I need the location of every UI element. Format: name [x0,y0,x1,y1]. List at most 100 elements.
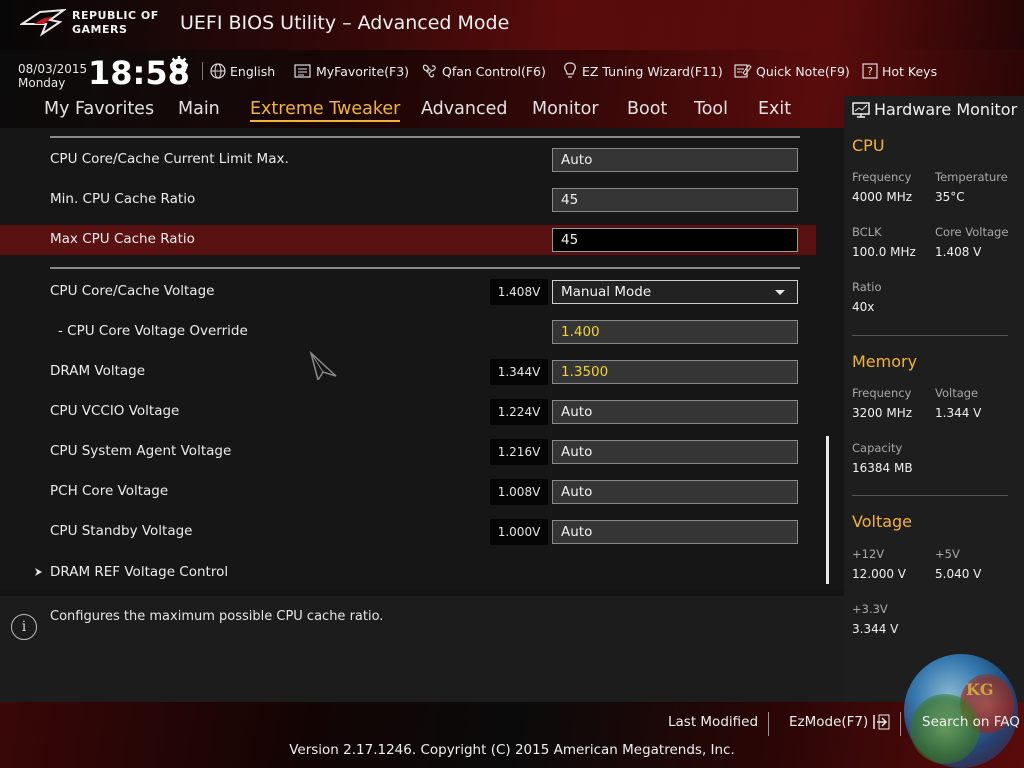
cpu-section-title: CPU [852,136,885,155]
setting-row-current-limit[interactable]: CPU Core/Cache Current Limit Max. Auto [0,145,816,175]
gear-icon[interactable] [170,56,188,74]
quick-note-label: Quick Note(F9) [756,63,850,79]
setting-row-pch-core-voltage[interactable]: PCH Core Voltage 1.008V Auto [0,477,816,507]
my-favorite-button[interactable]: MyFavorite(F3) [294,60,409,82]
last-modified-button[interactable]: Last Modified [668,714,758,730]
tab-tool[interactable]: Tool [694,99,728,119]
hardware-monitor-title: Hardware Monitor [852,100,1017,119]
ez-mode-label: EzMode(F7) [789,714,869,730]
ratio-label: Ratio [852,280,882,294]
scrollbar[interactable] [826,436,829,584]
system-agent-voltage-field[interactable]: Auto [552,440,798,464]
section-divider [852,335,1008,336]
setting-row-core-cache-voltage[interactable]: CPU Core/Cache Voltage 1.408V Manual Mod… [0,277,816,307]
quick-note-button[interactable]: Quick Note(F9) [734,60,850,82]
setting-label: CPU System Agent Voltage [50,443,232,459]
ez-tuning-wizard-label: EZ Tuning Wizard(F11) [582,63,723,79]
setting-row-system-agent-voltage[interactable]: CPU System Agent Voltage 1.216V Auto [0,437,816,467]
memory-frequency-label: Frequency [852,386,912,400]
note-pencil-icon [734,64,752,78]
favorite-list-icon [294,64,311,78]
dropdown-value: Manual Mode [561,284,652,300]
hot-keys-label: Hot Keys [882,63,938,79]
standby-voltage-field[interactable]: Auto [552,520,798,544]
exit-arrow-icon [873,714,890,730]
app-title: UEFI BIOS Utility – Advanced Mode [180,12,510,34]
voltage-reading: 1.224V [490,399,548,425]
setting-row-min-cache-ratio[interactable]: Min. CPU Cache Ratio 45 [0,185,816,215]
pch-core-voltage-field[interactable]: Auto [552,480,798,504]
tab-main[interactable]: Main [178,99,220,119]
cpu-temperature-label: Temperature [935,170,1008,184]
footer-bar: KG Last Modified EzMode(F7) Search on FA… [0,654,1024,768]
tab-advanced[interactable]: Advanced [421,99,507,119]
section-divider [852,495,1008,496]
help-info-bar: i Configures the maximum possible CPU ca… [0,596,844,702]
submenu-dram-ref-voltage[interactable]: DRAM REF Voltage Control [0,558,816,588]
arrow-right-icon [35,568,42,576]
voltage-reading: 1.216V [490,439,548,465]
voltage-section-title: Voltage [852,512,913,531]
info-icon: i [11,614,37,640]
setting-row-vccio-voltage[interactable]: CPU VCCIO Voltage 1.224V Auto [0,397,816,427]
search-faq-button[interactable]: Search on FAQ [922,714,1020,730]
bclk-label: BCLK [852,225,882,239]
section-divider [50,136,800,138]
language-label: English [230,63,276,79]
setting-row-standby-voltage[interactable]: CPU Standby Voltage 1.000V Auto [0,517,816,547]
setting-label: PCH Core Voltage [50,483,169,499]
core-voltage-override-field[interactable]: 1.400 [552,320,798,344]
memory-capacity-value: 16384 MB [852,461,913,475]
memory-voltage-value: 1.344 V [935,406,982,420]
tab-exit[interactable]: Exit [758,99,791,119]
v12-label: +12V [852,547,885,561]
date-display: 08/03/2015 Monday [18,62,87,90]
setting-label: Max CPU Cache Ratio [50,231,195,247]
setting-row-core-voltage-override[interactable]: - CPU Core Voltage Override 1.400 [0,317,816,347]
current-limit-field[interactable]: Auto [552,148,798,172]
core-cache-voltage-dropdown[interactable]: Manual Mode [552,280,798,304]
tab-monitor[interactable]: Monitor [532,99,599,119]
tab-my-favorites[interactable]: My Favorites [44,99,154,119]
voltage-reading: 1.008V [490,479,548,505]
memory-capacity-label: Capacity [852,441,903,455]
help-description: Configures the maximum possible CPU cach… [50,609,384,624]
v33-value: 3.344 V [852,622,899,636]
cpu-frequency-label: Frequency [852,170,912,184]
v5-value: 5.040 V [935,567,982,581]
my-favorite-label: MyFavorite(F3) [316,63,410,79]
ez-mode-button[interactable]: EzMode(F7) [789,714,891,730]
footer-separator [900,712,901,736]
kg-watermark: KG [966,680,994,699]
setting-label: Min. CPU Cache Ratio [50,191,196,207]
qfan-control-label: Qfan Control(F6) [442,63,546,79]
voltage-reading: 1.000V [490,519,548,545]
question-key-icon: ? [862,63,878,79]
bclk-value: 100.0 MHz [852,245,916,259]
setting-row-max-cache-ratio[interactable]: Max CPU Cache Ratio 45 [0,225,816,255]
max-cache-ratio-field[interactable]: 45 [552,228,798,252]
ez-tuning-wizard-button[interactable]: EZ Tuning Wizard(F11) [562,60,723,82]
memory-section-title: Memory [852,352,918,371]
setting-label: DRAM Voltage [50,363,146,379]
dram-voltage-field[interactable]: 1.3500 [552,360,798,384]
setting-label: CPU Standby Voltage [50,523,193,539]
section-divider [50,267,800,269]
cpu-temperature-value: 35°C [935,190,965,204]
core-voltage-value: 1.408 V [935,245,982,259]
rog-eye-logo-icon [20,8,66,37]
toolbar-separator [202,62,203,80]
min-cache-ratio-field[interactable]: 45 [552,188,798,212]
tab-boot[interactable]: Boot [627,99,667,119]
day-text: Monday [18,76,66,90]
qfan-control-button[interactable]: Qfan Control(F6) [420,60,546,82]
setting-row-dram-voltage[interactable]: DRAM Voltage 1.344V 1.3500 [0,357,816,387]
vccio-voltage-field[interactable]: Auto [552,400,798,424]
language-button[interactable]: English [210,60,275,82]
hot-keys-button[interactable]: ? Hot Keys [862,60,937,82]
globe-icon [210,63,226,79]
main-tabs: My Favorites Main Extreme Tweaker Advanc… [0,96,840,126]
voltage-reading: 1.408V [490,279,548,305]
lightbulb-icon [564,62,576,78]
tab-extreme-tweaker[interactable]: Extreme Tweaker [250,99,401,122]
